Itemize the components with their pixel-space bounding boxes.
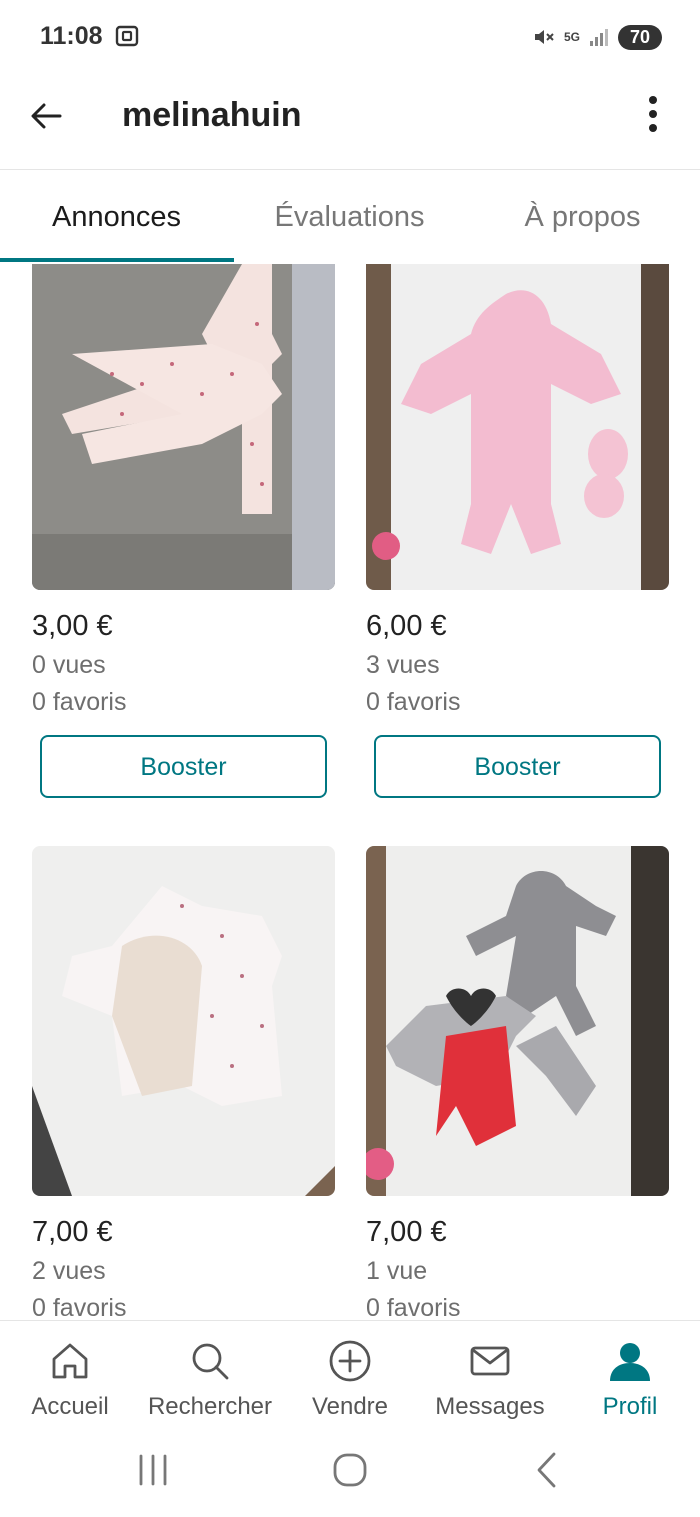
listing-photo[interactable] [32,264,335,590]
booster-button[interactable]: Booster [374,735,661,798]
app-bar: melinahuin [0,72,700,170]
listing-price: 6,00 € [366,610,447,642]
listing-favorites: 0 favoris [366,1294,461,1320]
mute-icon [534,30,554,44]
system-back-icon[interactable] [530,1450,564,1490]
tab-evaluations[interactable]: Évaluations [233,170,466,264]
listing-card[interactable]: 6,00 € 3 vues 0 favoris Booster [366,264,669,798]
listing-card[interactable]: 3,00 € 0 vues 0 favoris Booster [32,264,335,798]
listing-card[interactable]: 7,00 € 2 vues 0 favoris [32,846,335,1320]
nav-item-vendre[interactable]: Vendre [280,1321,420,1431]
listing-price: 7,00 € [32,1216,113,1248]
listing-views: 3 vues [366,651,440,679]
nav-item-messages[interactable]: Messages [420,1321,560,1431]
status-icons: 5G 70 [532,22,662,52]
nav-label: Profil [602,1393,658,1420]
screen-record-icon [115,25,139,47]
system-navigation [0,1430,700,1517]
outfit-set-photo-image [366,846,669,1196]
page-title: melinahuin [122,96,302,134]
profile-tabs: Annonces Évaluations À propos [0,170,700,264]
home-icon [52,1343,88,1379]
plus-circle-icon [329,1340,371,1382]
signal-icon [590,29,608,46]
profile-icon [610,1343,650,1381]
nav-label: Vendre [311,1393,389,1420]
tab-annonces[interactable]: Annonces [0,170,233,264]
tab-a-propos[interactable]: À propos [466,170,699,264]
nav-item-rechercher[interactable]: Rechercher [140,1321,280,1431]
dress-photo-image [32,846,335,1196]
status-bar: 11:08 5G 70 [0,0,700,72]
listing-views: 1 vue [366,1257,428,1285]
nav-item-accueil[interactable]: Accueil [0,1321,140,1431]
back-arrow-icon[interactable] [26,96,66,136]
listing-favorites: 0 favoris [366,688,461,716]
recent-apps-icon[interactable] [136,1450,170,1490]
snowsuit-photo-image [366,264,669,590]
listing-photo[interactable] [32,846,335,1196]
bottom-navigation: Accueil Rechercher Vendre Messages Profi… [0,1320,700,1431]
active-tab-indicator [0,258,234,262]
listing-photo[interactable] [366,264,669,590]
listing-views: 0 vues [32,651,106,679]
booster-button[interactable]: Booster [40,735,327,798]
listing-favorites: 0 favoris [32,1294,127,1320]
listing-price: 7,00 € [366,1216,447,1248]
network-type: 5G [563,30,580,44]
listing-views: 2 vues [32,1257,106,1285]
listing-card[interactable]: 7,00 € 1 vue 0 favoris [366,846,669,1320]
listing-grid: 3,00 € 0 vues 0 favoris Booster 6,00 € 3… [0,264,700,1320]
nav-item-profil[interactable]: Profil [560,1321,700,1431]
listing-photo[interactable] [366,846,669,1196]
nav-label: Accueil [31,1393,109,1420]
mail-icon [470,1346,510,1376]
home-button-icon[interactable] [330,1450,370,1490]
listing-favorites: 0 favoris [32,688,127,716]
status-time: 11:08 [40,22,103,50]
search-icon [192,1343,229,1380]
listing-price: 3,00 € [32,610,113,642]
nav-label: Messages [435,1393,545,1420]
onesie-photo-image [32,264,335,590]
battery-level: 70 [618,24,662,50]
more-options-icon[interactable] [638,92,668,138]
nav-label: Rechercher [147,1393,273,1420]
